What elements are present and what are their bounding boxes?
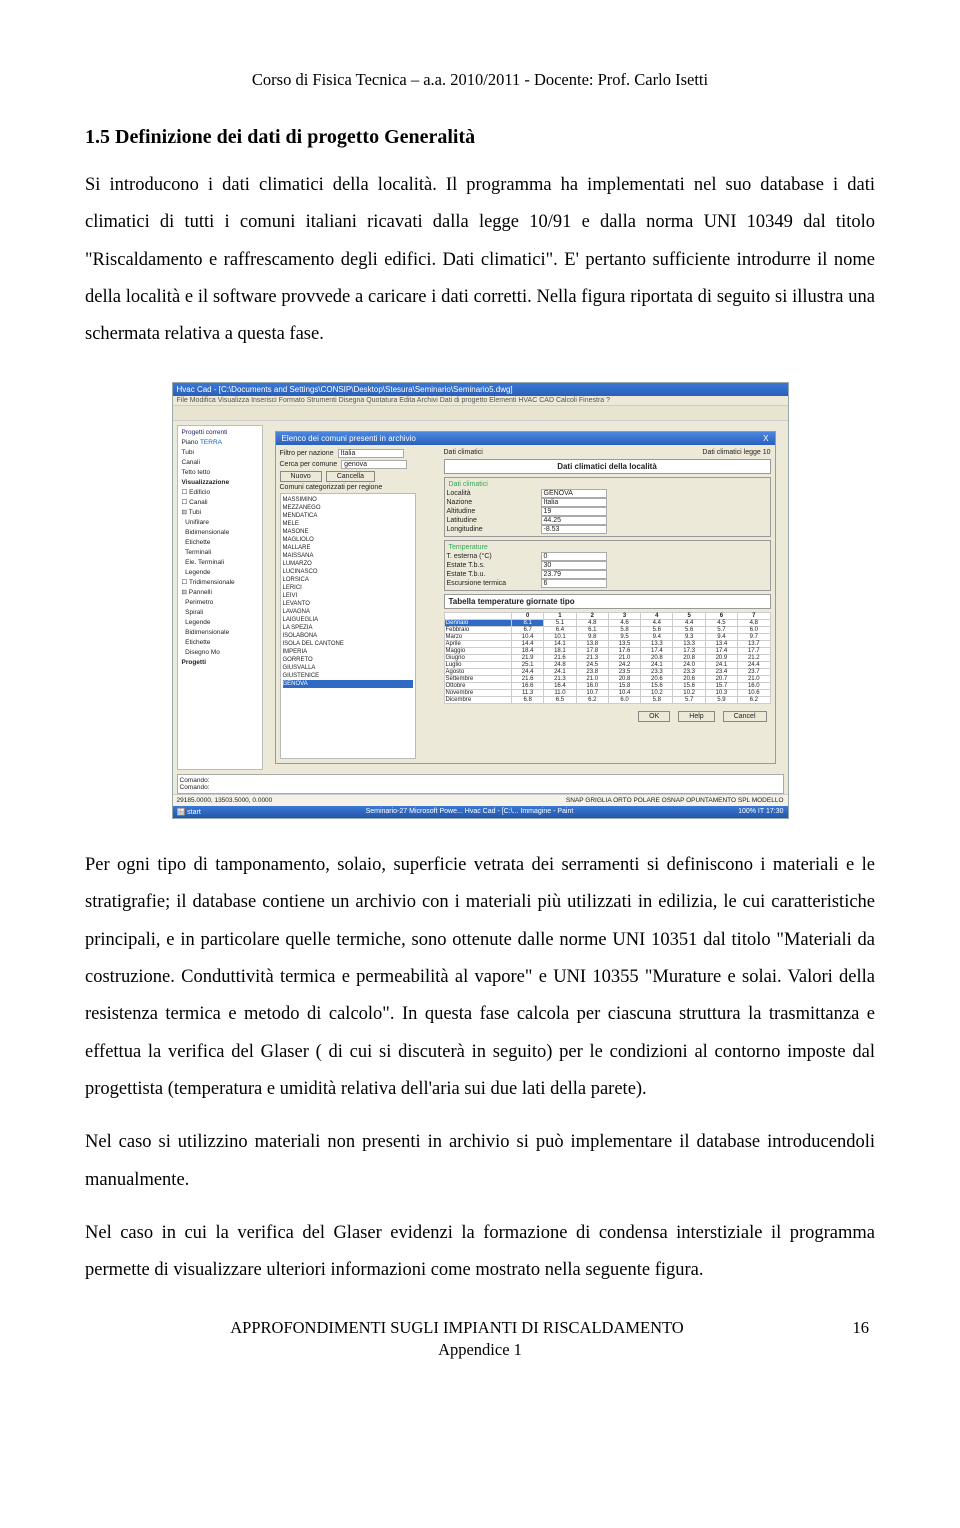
filter-nation-label: Filtro per nazione <box>280 450 334 457</box>
comune-item[interactable]: MASONE <box>283 528 413 536</box>
comune-item[interactable]: ISOLA DEL CANTONE <box>283 640 413 648</box>
legge10-tab[interactable]: Dati climatici legge 10 <box>702 449 770 456</box>
window-titlebar: Hvac Cad - [C:\Documents and Settings\CO… <box>173 383 788 396</box>
comune-item[interactable]: LORSICA <box>283 576 413 584</box>
comune-item[interactable]: LEVANTO <box>283 600 413 608</box>
comune-item[interactable]: MAISSANA <box>283 552 413 560</box>
search-label: Cerca per comune <box>280 461 338 468</box>
cancel-button[interactable]: Cancel <box>723 711 767 722</box>
comune-item[interactable]: MEZZANEGO <box>283 504 413 512</box>
comune-item[interactable]: GIUSVALLA <box>283 664 413 672</box>
temperature-group: Temperature T. esterna (°C)0 Estate T.b.… <box>444 540 771 591</box>
toolbar[interactable] <box>173 406 788 421</box>
command-line[interactable]: Comando: Comando: <box>177 774 784 794</box>
comune-item[interactable]: MASSIMINO <box>283 496 413 504</box>
escursione-field[interactable]: 6 <box>541 579 607 588</box>
comune-item[interactable]: LAIGUEGLIA <box>283 616 413 624</box>
t-esterna-field[interactable]: 0 <box>541 552 607 561</box>
comune-item[interactable]: MENDATICA <box>283 512 413 520</box>
dialog-title-text: Elenco dei comuni presenti in archivio <box>282 434 416 443</box>
search-input[interactable]: genova <box>341 460 407 469</box>
embedded-screenshot: Hvac Cad - [C:\Documents and Settings\CO… <box>172 382 789 819</box>
comune-item[interactable]: LEIVI <box>283 592 413 600</box>
comuni-list[interactable]: MASSIMINOMEZZANEGOMENDATICAMELEMASONEMAG… <box>280 493 416 759</box>
comune-item[interactable]: GIUSTENICE <box>283 672 413 680</box>
paragraph-3: Nel caso si utilizzino materiali non pre… <box>85 1124 875 1199</box>
paragraph-2: Per ogni tipo di tamponamento, solaio, s… <box>85 847 875 1109</box>
comune-item[interactable]: LA SPEZIA <box>283 624 413 632</box>
paragraph-4: Nel caso in cui la verifica del Glaser e… <box>85 1215 875 1290</box>
close-icon[interactable]: X <box>763 434 768 443</box>
cancella-button[interactable]: Cancella <box>326 471 375 482</box>
comuni-dialog: Elenco dei comuni presenti in archivio X… <box>275 431 776 764</box>
comune-item[interactable]: LERICI <box>283 584 413 592</box>
nuovo-button[interactable]: Nuovo <box>280 471 322 482</box>
comune-item[interactable]: MAGLIOLO <box>283 536 413 544</box>
comune-item[interactable]: GENOVA <box>283 680 413 688</box>
page-header: Corso di Fisica Tecnica – a.a. 2010/2011… <box>85 70 875 90</box>
comune-item[interactable]: ISOLABONA <box>283 632 413 640</box>
longitudine-field[interactable]: -8.53 <box>541 525 607 534</box>
nazione-field[interactable]: Italia <box>541 498 607 507</box>
comune-item[interactable]: IMPERIA <box>283 648 413 656</box>
locality-heading: Dati climatici della località <box>444 459 771 474</box>
start-button[interactable]: 🪟 start <box>177 808 201 816</box>
temp-table-title: Tabella temperature giornate tipo <box>444 594 771 609</box>
localita-field[interactable]: GENOVA <box>541 489 607 498</box>
page-footer: APPROFONDIMENTI SUGLI IMPIANTI DI RISCAL… <box>85 1318 875 1360</box>
project-tree[interactable]: Progetti correnti Piano TERRA Tubi Canal… <box>177 425 263 770</box>
footer-subtitle: Appendice 1 <box>438 1340 522 1360</box>
tbu-field[interactable]: 23.79 <box>541 570 607 579</box>
paragraph-1: Si introducono i dati climatici della lo… <box>85 167 875 354</box>
help-button[interactable]: Help <box>678 711 714 722</box>
comune-item[interactable]: LUMARZO <box>283 560 413 568</box>
comune-item[interactable]: MELE <box>283 520 413 528</box>
status-toggles[interactable]: SNAP GRIGLIA ORTO POLARE OSNAP OPUNTAMEN… <box>566 797 784 804</box>
page-number: 16 <box>829 1318 875 1338</box>
section-title: 1.5 Definizione dei dati di progetto Gen… <box>85 126 875 149</box>
comune-item[interactable]: MALLARE <box>283 544 413 552</box>
menu-bar[interactable]: File Modifica Visualizza Inserisci Forma… <box>173 396 788 406</box>
dati-climatici-tab[interactable]: Dati climatici <box>444 449 483 456</box>
temperature-table: 01234567Gennaio8.15.14.84.64.44.44.54.8F… <box>444 612 771 704</box>
comuni-caption: Comuni categorizzati per regione <box>280 484 440 491</box>
taskbar-tray[interactable]: 100% IT 17:30 <box>738 808 783 816</box>
status-coords: 29185.0000, 13503.5000, 0.0000 <box>177 797 273 804</box>
altitudine-field[interactable]: 19 <box>541 507 607 516</box>
comune-item[interactable]: GORRETO <box>283 656 413 664</box>
dati-climatici-group: Dati climatici LocalitàGENOVA NazioneIta… <box>444 477 771 537</box>
footer-title: APPROFONDIMENTI SUGLI IMPIANTI DI RISCAL… <box>85 1318 829 1338</box>
taskbar-items[interactable]: Seminario-27 Microsoft Powe... Hvac Cad … <box>366 808 574 816</box>
comune-item[interactable]: LAVAGNA <box>283 608 413 616</box>
latitudine-field[interactable]: 44.25 <box>541 516 607 525</box>
comune-item[interactable]: LUCINASCO <box>283 568 413 576</box>
filter-nation-select[interactable]: Italia <box>338 449 404 458</box>
ok-button[interactable]: OK <box>638 711 670 722</box>
tbs-field[interactable]: 30 <box>541 561 607 570</box>
